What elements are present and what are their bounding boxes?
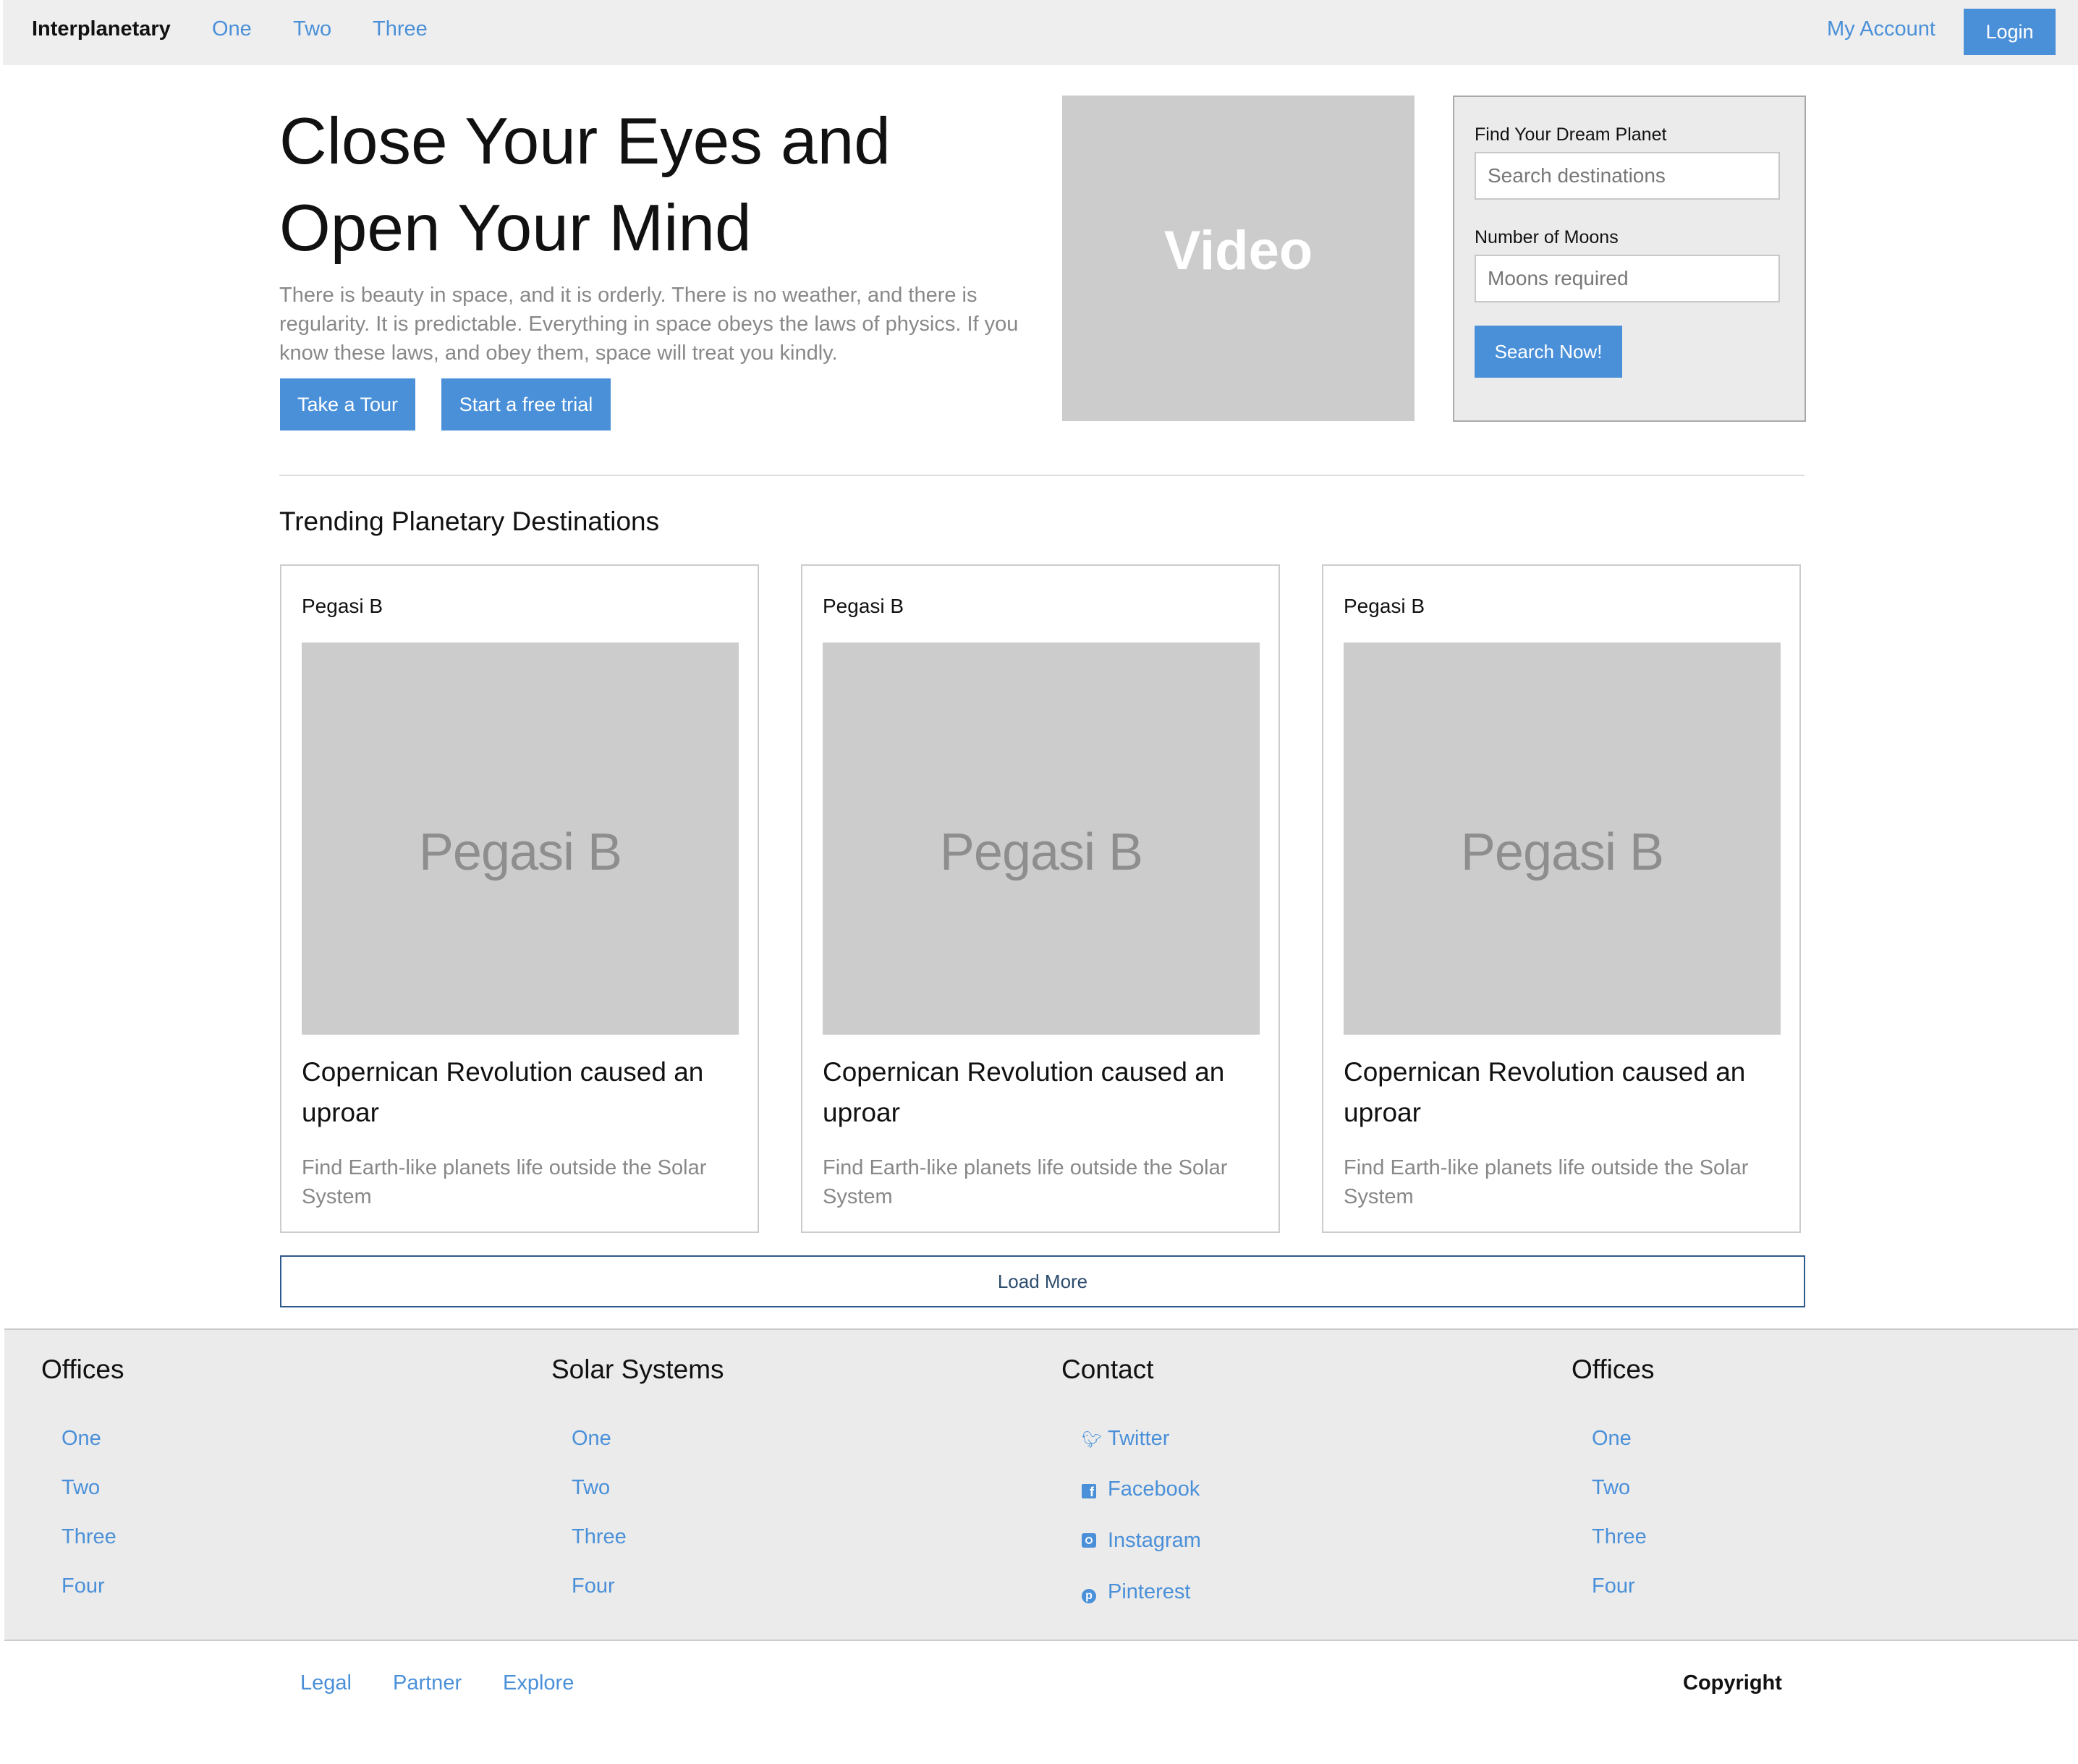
footer-link[interactable]: Two <box>1592 1476 1630 1500</box>
footer-link[interactable]: One <box>62 1427 101 1451</box>
footer-link[interactable]: Three <box>1592 1525 1647 1549</box>
pinterest-label: Pinterest <box>1108 1580 1191 1603</box>
twitter-link[interactable]: 🐦︎ Twitter <box>1082 1427 1169 1451</box>
facebook-link[interactable]: f Facebook <box>1082 1477 1200 1501</box>
twitter-icon: 🐦︎ <box>1082 1430 1102 1449</box>
my-account-link[interactable]: My Account <box>1827 17 1935 41</box>
nav-link-three[interactable]: Three <box>373 17 428 41</box>
destination-search-input[interactable] <box>1475 152 1780 200</box>
pinterest-icon: p <box>1082 1589 1096 1603</box>
pinterest-link[interactable]: p Pinterest <box>1082 1580 1190 1604</box>
card-label: Pegasi B <box>823 595 904 617</box>
partner-link[interactable]: Partner <box>393 1671 462 1695</box>
moons-input[interactable] <box>1475 255 1780 302</box>
footer-heading: Solar Systems <box>551 1354 724 1384</box>
hero-description: There is beauty in space, and it is orde… <box>279 284 1019 365</box>
start-free-trial-button[interactable]: Start a free trial <box>441 378 611 431</box>
facebook-icon: f <box>1082 1484 1096 1499</box>
nav-link-one[interactable]: One <box>212 17 252 41</box>
destination-card[interactable]: Pegasi B Pegasi B Copernican Revolution … <box>1322 564 1801 1233</box>
moons-label: Number of Moons <box>1475 227 1619 247</box>
card-description: Find Earth-like planets life outside the… <box>1344 1156 1749 1208</box>
hero-title: Close Your Eyes and Open Your Mind <box>279 105 891 265</box>
footer-link[interactable]: Three <box>62 1525 116 1549</box>
footer-link[interactable]: Two <box>62 1476 100 1500</box>
card-image: Pegasi B <box>1344 643 1781 1035</box>
brand-logo[interactable]: Interplanetary <box>32 17 171 41</box>
footer-heading: Offices <box>1572 1354 1655 1384</box>
explore-link[interactable]: Explore <box>503 1671 574 1695</box>
footer-heading: Offices <box>41 1354 124 1384</box>
search-panel: Find Your Dream Planet Number of Moons S… <box>1453 96 1806 422</box>
login-button[interactable]: Login <box>1964 9 2056 55</box>
twitter-label: Twitter <box>1108 1427 1170 1450</box>
card-title: Copernican Revolution caused an uproar <box>823 1057 1225 1127</box>
destination-card[interactable]: Pegasi B Pegasi B Copernican Revolution … <box>801 564 1280 1233</box>
search-now-button[interactable]: Search Now! <box>1475 326 1622 378</box>
footer-link[interactable]: Four <box>572 1574 615 1598</box>
footer-link[interactable]: Four <box>1592 1574 1635 1598</box>
card-label: Pegasi B <box>1344 595 1425 617</box>
footer: Offices One Two Three Four Solar Systems… <box>4 1328 2078 1641</box>
planet-search-label: Find Your Dream Planet <box>1475 124 1667 145</box>
instagram-link[interactable]: Instagram <box>1082 1529 1201 1553</box>
footer-link[interactable]: Two <box>572 1476 610 1500</box>
load-more-button[interactable]: Load More <box>280 1255 1805 1307</box>
legal-link[interactable]: Legal <box>300 1671 352 1695</box>
facebook-label: Facebook <box>1108 1477 1200 1501</box>
footer-link[interactable]: Four <box>62 1574 105 1598</box>
card-description: Find Earth-like planets life outside the… <box>823 1156 1228 1208</box>
footer-link[interactable]: One <box>1592 1427 1632 1451</box>
take-a-tour-button[interactable]: Take a Tour <box>280 378 415 431</box>
card-title: Copernican Revolution caused an uproar <box>1344 1057 1746 1127</box>
instagram-label: Instagram <box>1108 1529 1201 1552</box>
footer-link[interactable]: Three <box>572 1525 627 1549</box>
footer-link[interactable]: One <box>572 1427 611 1451</box>
trending-heading: Trending Planetary Destinations <box>279 506 660 536</box>
instagram-icon <box>1082 1533 1096 1548</box>
nav-link-two[interactable]: Two <box>293 17 331 41</box>
card-image: Pegasi B <box>302 643 739 1035</box>
section-divider <box>279 475 1805 476</box>
copyright-text: Copyright <box>1683 1671 1782 1695</box>
destination-card[interactable]: Pegasi B Pegasi B Copernican Revolution … <box>280 564 759 1233</box>
top-navbar: Interplanetary One Two Three My Account … <box>3 0 2078 65</box>
card-image: Pegasi B <box>823 643 1260 1035</box>
card-title: Copernican Revolution caused an uproar <box>302 1057 704 1127</box>
video-player[interactable]: Video <box>1062 96 1415 421</box>
card-label: Pegasi B <box>302 595 383 617</box>
footer-heading: Contact <box>1061 1354 1154 1384</box>
card-description: Find Earth-like planets life outside the… <box>302 1156 707 1208</box>
